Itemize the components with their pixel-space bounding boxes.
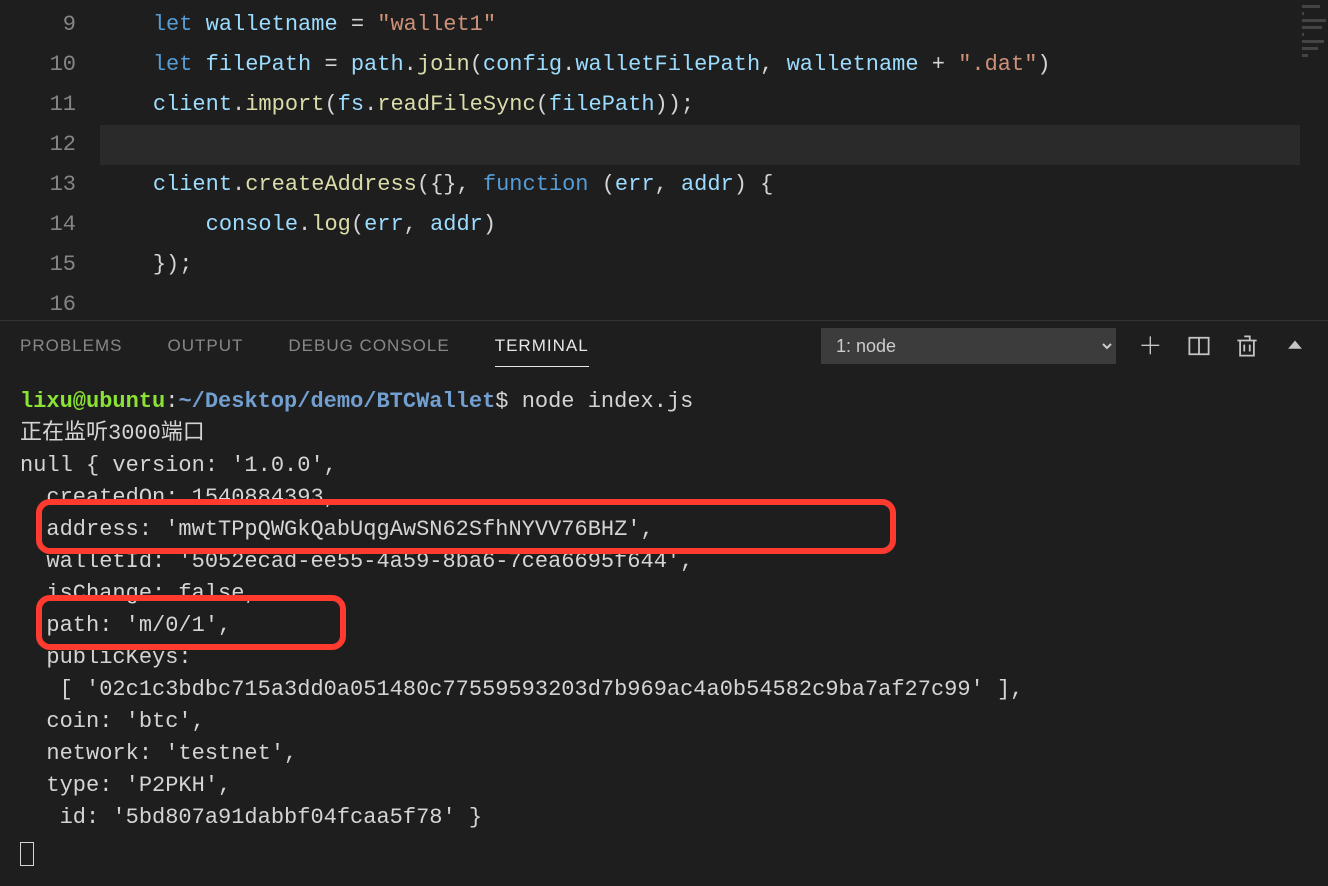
terminal-line: isChange: false, bbox=[20, 578, 1308, 610]
editor-area: 9 10 11 12 13 14 15 16 let walletname = … bbox=[0, 0, 1328, 320]
prompt-path: ~/Desktop/demo/BTCWallet bbox=[178, 389, 495, 414]
line-number: 10 bbox=[0, 45, 100, 85]
line-number: 16 bbox=[0, 285, 100, 325]
terminal-line: publicKeys: bbox=[20, 642, 1308, 674]
panel-tabs: PROBLEMS OUTPUT DEBUG CONSOLE TERMINAL 1… bbox=[0, 321, 1328, 371]
kill-terminal-icon[interactable] bbox=[1234, 333, 1260, 359]
code-line: console.log(err, addr) bbox=[100, 205, 1300, 245]
code-editor[interactable]: let walletname = "wallet1" let filePath … bbox=[100, 0, 1300, 320]
command-text: node index.js bbox=[509, 389, 694, 414]
terminal-selector[interactable]: 1: node bbox=[821, 328, 1116, 364]
maximize-panel-icon[interactable] bbox=[1282, 333, 1308, 359]
line-number: 13 bbox=[0, 165, 100, 205]
code-line: client.import(fs.readFileSync(filePath))… bbox=[100, 85, 1300, 125]
terminal-line: createdOn: 1540884393, bbox=[20, 482, 1308, 514]
code-line: let walletname = "wallet1" bbox=[100, 5, 1300, 45]
code-line: client.createAddress({}, function (err, … bbox=[100, 165, 1300, 205]
line-number: 15 bbox=[0, 245, 100, 285]
new-terminal-icon[interactable] bbox=[1138, 333, 1164, 359]
tab-terminal[interactable]: TERMINAL bbox=[495, 326, 589, 367]
terminal-line: network: 'testnet', bbox=[20, 738, 1308, 770]
terminal-line: address: 'mwtTPpQWGkQabUqgAwSN62SfhNYVV7… bbox=[20, 514, 1308, 546]
code-line: let filePath = path.join(config.walletFi… bbox=[100, 45, 1300, 85]
split-terminal-icon[interactable] bbox=[1186, 333, 1212, 359]
prompt-user: lixu@ubuntu bbox=[20, 389, 165, 414]
tab-output[interactable]: OUTPUT bbox=[167, 326, 243, 366]
terminal-line: id: '5bd807a91dabbf04fcaa5f78' } bbox=[20, 802, 1308, 834]
terminal-cursor-line bbox=[20, 834, 1308, 866]
bottom-panel: PROBLEMS OUTPUT DEBUG CONSOLE TERMINAL 1… bbox=[0, 320, 1328, 886]
terminal-line: walletId: '5052ecad-ee55-4a59-8ba6-7cea6… bbox=[20, 546, 1308, 578]
terminal-output[interactable]: lixu@ubuntu:~/Desktop/demo/BTCWallet$ no… bbox=[0, 371, 1328, 881]
code-line bbox=[100, 125, 1300, 165]
terminal-line: lixu@ubuntu:~/Desktop/demo/BTCWallet$ no… bbox=[20, 386, 1308, 418]
line-number: 12 bbox=[0, 125, 100, 165]
code-line: }); bbox=[100, 245, 1300, 285]
terminal-line: 正在监听3000端口 bbox=[20, 418, 1308, 450]
line-number: 11 bbox=[0, 85, 100, 125]
tab-problems[interactable]: PROBLEMS bbox=[20, 326, 122, 366]
tab-debug-console[interactable]: DEBUG CONSOLE bbox=[288, 326, 449, 366]
line-number: 9 bbox=[0, 5, 100, 45]
terminal-line: path: 'm/0/1', bbox=[20, 610, 1308, 642]
terminal-line: null { version: '1.0.0', bbox=[20, 450, 1308, 482]
terminal-cursor bbox=[20, 842, 34, 866]
terminal-line: [ '02c1c3bdbc715a3dd0a051480c77559593203… bbox=[20, 674, 1308, 706]
line-number: 14 bbox=[0, 205, 100, 245]
line-number-gutter: 9 10 11 12 13 14 15 16 bbox=[0, 0, 100, 320]
panel-actions: 1: node bbox=[821, 328, 1308, 364]
terminal-line: coin: 'btc', bbox=[20, 706, 1308, 738]
terminal-line: type: 'P2PKH', bbox=[20, 770, 1308, 802]
minimap[interactable] bbox=[1300, 0, 1328, 320]
